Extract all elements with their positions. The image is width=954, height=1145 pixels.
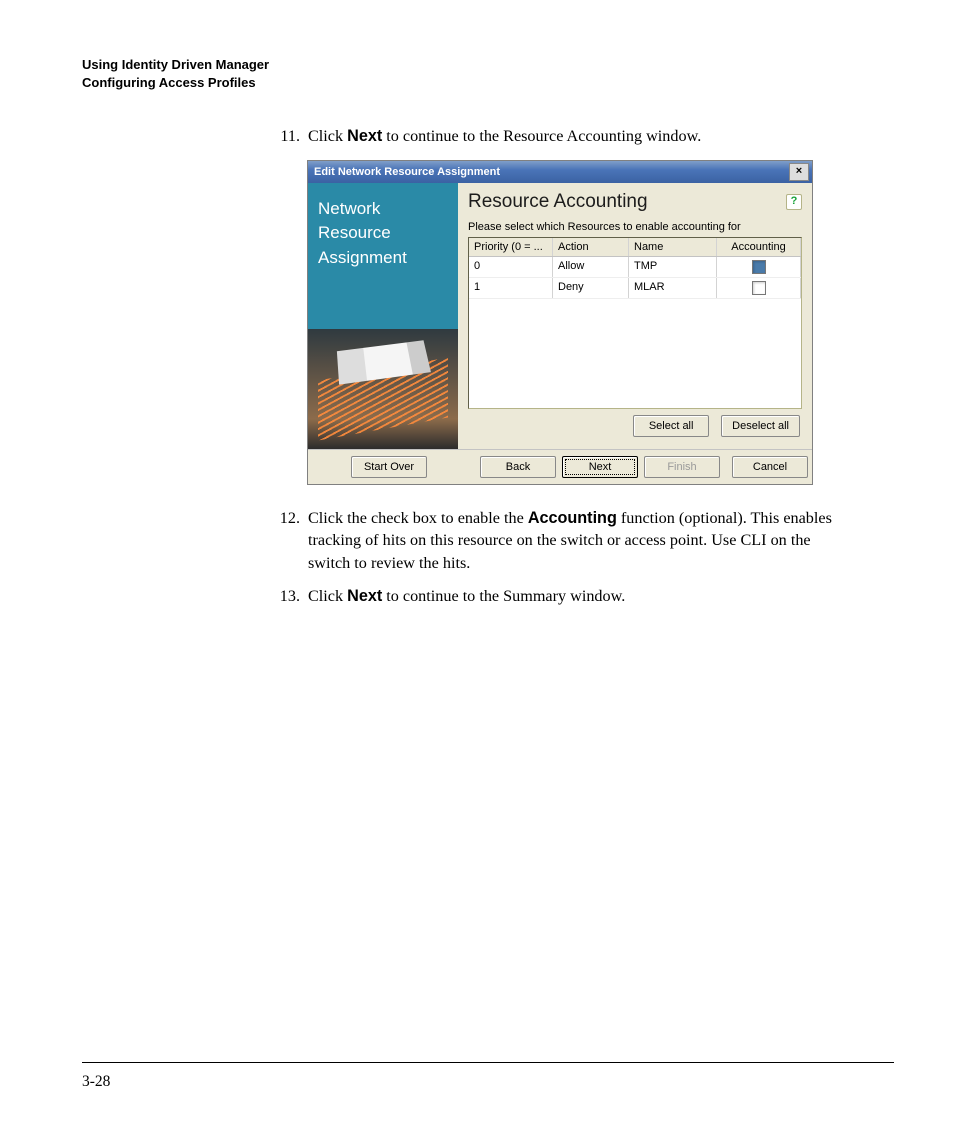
step-num: 13. (270, 585, 300, 608)
col-name[interactable]: Name (629, 238, 717, 256)
help-icon[interactable]: ? (786, 194, 802, 210)
page-number: 3-28 (82, 1073, 894, 1091)
header-line1: Using Identity Driven Manager (82, 56, 894, 74)
start-over-button[interactable]: Start Over (351, 456, 427, 478)
col-accounting[interactable]: Accounting (717, 238, 801, 256)
accounting-checkbox[interactable] (752, 281, 766, 295)
select-all-button[interactable]: Select all (633, 415, 709, 437)
deselect-all-button[interactable]: Deselect all (721, 415, 800, 437)
step-num: 12. (270, 507, 300, 575)
close-button[interactable]: × (789, 163, 809, 181)
table-header: Priority (0 = ... Action Name Accounting (469, 238, 801, 257)
finish-button: Finish (644, 456, 720, 478)
resource-table: Priority (0 = ... Action Name Accounting… (468, 237, 802, 409)
footer-rule (82, 1062, 894, 1063)
wizard-side-panel: Network Resource Assignment (308, 183, 458, 449)
panel-title: Resource Accounting (468, 191, 648, 213)
wizard-image (308, 329, 458, 449)
panel-subtitle: Please select which Resources to enable … (468, 221, 802, 233)
step-13: 13. Click Next to continue to the Summar… (270, 585, 854, 608)
step-12: 12. Click the check box to enable the Ac… (270, 507, 854, 575)
step-body: Click the check box to enable the Accoun… (308, 507, 854, 575)
page-footer: 3-28 (82, 1062, 894, 1091)
accounting-checkbox[interactable] (752, 260, 766, 274)
cancel-button[interactable]: Cancel (732, 456, 808, 478)
step-body: Click Next to continue to the Resource A… (308, 125, 854, 148)
table-row[interactable]: 0 Allow TMP (469, 257, 801, 278)
dialog-screenshot: Edit Network Resource Assignment × Netwo… (307, 160, 813, 485)
back-button[interactable]: Back (480, 456, 556, 478)
col-priority[interactable]: Priority (0 = ... (469, 238, 553, 256)
dialog-titlebar[interactable]: Edit Network Resource Assignment × (308, 161, 812, 183)
step-11: 11. Click Next to continue to the Resour… (270, 125, 854, 148)
dialog-title: Edit Network Resource Assignment (314, 166, 500, 178)
step-num: 11. (270, 125, 300, 148)
step-body: Click Next to continue to the Summary wi… (308, 585, 854, 608)
close-icon: × (796, 165, 802, 177)
table-row[interactable]: 1 Deny MLAR (469, 278, 801, 299)
header-line2: Configuring Access Profiles (82, 74, 894, 92)
next-button[interactable]: Next (562, 456, 638, 478)
page-header: Using Identity Driven Manager Configurin… (82, 56, 894, 91)
wizard-label: Network Resource Assignment (308, 183, 458, 329)
col-action[interactable]: Action (553, 238, 629, 256)
